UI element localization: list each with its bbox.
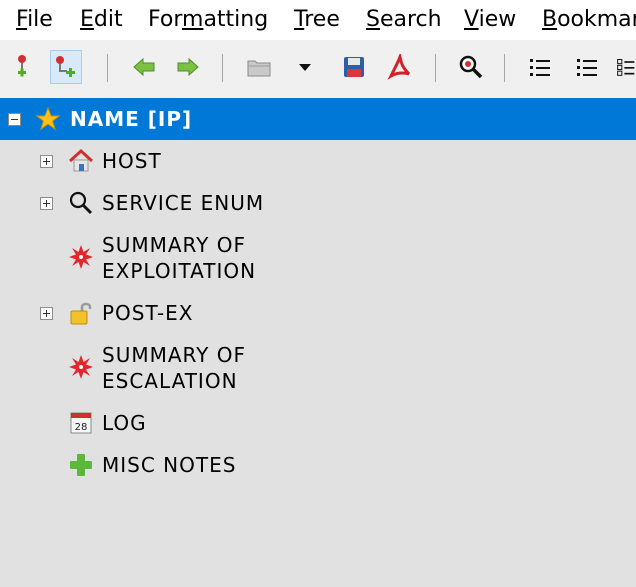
find-button[interactable] <box>455 50 487 84</box>
add-subnode-icon <box>56 56 75 77</box>
red-burst-icon <box>69 355 93 379</box>
bulleted-list-button[interactable] <box>524 50 556 84</box>
floppy-disk-icon <box>344 57 364 77</box>
star-icon <box>35 106 61 131</box>
menu-formatting[interactable]: Formatting <box>148 7 268 32</box>
green-plus-icon <box>70 454 92 476</box>
menu-bookmarks[interactable]: Bookmar <box>542 7 636 32</box>
tree-node-label-line2[interactable]: EXPLOITATION <box>102 258 256 284</box>
save-button[interactable] <box>338 50 370 84</box>
todo-list-icon <box>617 59 635 76</box>
tree-node-label[interactable]: MISC NOTES <box>102 452 236 478</box>
svg-text:28: 28 <box>75 422 88 433</box>
tree-node-label[interactable]: LOG <box>102 410 147 436</box>
bulleted-list-icon <box>530 59 550 76</box>
pdf-icon <box>387 54 411 80</box>
expand-toggle[interactable] <box>40 155 53 168</box>
menu-search[interactable]: Search <box>366 7 442 32</box>
add-subnode-button[interactable] <box>50 50 82 84</box>
recent-files-dropdown[interactable] <box>289 50 321 84</box>
tree-node-label[interactable]: SUMMARY OF <box>102 342 246 368</box>
menu-edit[interactable]: Edit <box>80 7 123 32</box>
export-pdf-button[interactable] <box>384 50 416 84</box>
numbered-list-icon <box>577 59 597 76</box>
arrow-right-icon <box>177 57 199 77</box>
go-back-button[interactable] <box>128 50 160 84</box>
padlock-icon <box>70 302 92 325</box>
collapse-root-toggle[interactable] <box>8 113 21 126</box>
calendar-icon: 28 <box>70 412 92 434</box>
menu-bar: File Edit Formatting Tree Search View Bo… <box>0 0 636 40</box>
open-file-button[interactable] <box>243 50 275 84</box>
todo-list-button[interactable] <box>616 50 636 84</box>
menu-view[interactable]: View <box>464 7 516 32</box>
toolbar-separator <box>435 54 436 82</box>
numbered-list-button[interactable] <box>571 50 603 84</box>
toolbar <box>0 40 636 99</box>
go-forward-button[interactable] <box>172 50 204 84</box>
expand-toggle[interactable] <box>40 197 53 210</box>
toolbar-separator <box>222 54 223 82</box>
tree-node-label[interactable]: SERVICE ENUM <box>102 190 264 216</box>
magnifier-icon <box>69 191 93 215</box>
toolbar-separator <box>107 54 108 82</box>
tree-node-label[interactable]: HOST <box>102 148 162 174</box>
toolbar-separator <box>504 54 505 82</box>
tree-view: NAME [IP] HOST SERVICE ENUM SUMMARY OF E… <box>0 98 636 587</box>
tree-node-label-line2[interactable]: ESCALATION <box>102 368 238 394</box>
tree-node-label[interactable]: POST-EX <box>102 300 193 326</box>
add-node-button[interactable] <box>6 50 38 84</box>
tree-node-label[interactable]: SUMMARY OF <box>102 232 246 258</box>
magnifier-icon <box>459 55 483 79</box>
house-icon <box>68 148 94 172</box>
chevron-down-icon <box>299 64 311 71</box>
red-burst-icon <box>69 245 93 269</box>
folder-icon <box>247 60 271 77</box>
add-node-icon <box>18 55 26 77</box>
expand-toggle[interactable] <box>40 307 53 320</box>
tree-node-label[interactable]: NAME [IP] <box>70 106 192 132</box>
menu-file[interactable]: File <box>16 7 53 32</box>
menu-tree[interactable]: Tree <box>294 7 340 32</box>
arrow-left-icon <box>133 57 155 77</box>
